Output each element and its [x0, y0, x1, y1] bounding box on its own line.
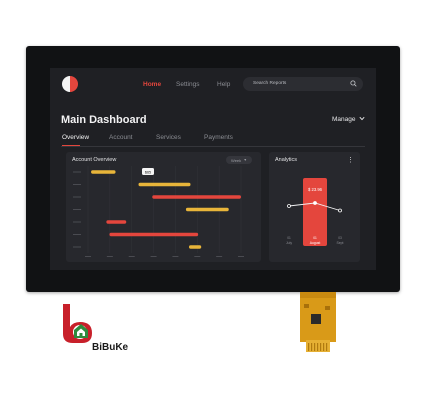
svg-text:01: 01 — [313, 236, 317, 240]
highlight-value: $ 23.96 — [308, 187, 323, 192]
top-bar: Home Settings Help Search Reports — [50, 68, 376, 102]
nav-help[interactable]: Help — [217, 81, 230, 88]
tab-services[interactable]: Services — [156, 134, 181, 141]
flex-cable — [300, 292, 336, 352]
manage-dropdown[interactable]: Manage — [332, 116, 365, 123]
dashboard-screen: Home Settings Help Search Reports Main D… — [50, 68, 376, 270]
x-tick — [150, 256, 157, 257]
month-label-august: August — [310, 241, 321, 245]
gantt-bars — [91, 170, 241, 249]
x-tick — [85, 256, 91, 257]
analytics-point[interactable] — [313, 201, 317, 205]
brand-name: BiBuKe — [92, 342, 129, 353]
x-tick — [194, 256, 201, 257]
callout-label: $65 — [145, 170, 151, 174]
gantt-bar[interactable] — [152, 195, 241, 199]
gantt-bar[interactable] — [185, 207, 229, 212]
y-tick — [73, 221, 81, 223]
nav-settings[interactable]: Settings — [176, 81, 200, 88]
gantt-bar[interactable] — [106, 220, 127, 224]
month-label-sept: Sept — [337, 241, 344, 245]
gantt-bar[interactable] — [109, 232, 199, 237]
gantt-bar[interactable] — [91, 170, 116, 174]
app-logo-icon — [62, 76, 78, 92]
x-tick — [106, 256, 113, 257]
y-tick — [73, 196, 81, 198]
x-tick — [128, 256, 135, 257]
search-placeholder: Search Reports — [253, 80, 287, 86]
x-tick — [172, 256, 179, 257]
tabs-divider — [61, 146, 365, 147]
account-overview-card: Account Overview Week ▼ $65 — [66, 152, 261, 262]
search-input[interactable]: Search Reports — [243, 77, 363, 91]
x-tick — [238, 256, 244, 257]
page-title: Main Dashboard — [61, 114, 147, 126]
analytics-chart: $ 23.96 01 01 03 July August Sept — [286, 178, 344, 246]
gantt-bar[interactable] — [138, 182, 191, 187]
gantt-callout: $65 — [142, 168, 154, 175]
y-tick — [73, 234, 81, 235]
tab-payments[interactable]: Payments — [204, 134, 233, 141]
chevron-down-icon — [359, 116, 365, 121]
y-tick — [73, 209, 81, 210]
svg-text:01: 01 — [287, 236, 291, 240]
x-tick — [216, 256, 223, 257]
y-tick — [73, 246, 81, 248]
gantt-bar[interactable] — [188, 245, 202, 249]
nav-home[interactable]: Home — [143, 81, 161, 88]
month-label-july: July — [286, 241, 292, 245]
tab-account[interactable]: Account — [109, 134, 133, 141]
analytics-card: Analytics ⋮ $ 23.96 01 01 03 July August… — [269, 152, 360, 262]
y-tick — [73, 171, 81, 173]
analytics-point[interactable] — [338, 208, 342, 213]
gantt-chart: $65 — [73, 166, 244, 257]
gantt-grid — [73, 166, 244, 257]
svg-text:03: 03 — [338, 236, 342, 240]
analytics-point[interactable] — [287, 204, 291, 208]
search-icon — [350, 80, 357, 87]
tab-overview[interactable]: Overview — [62, 134, 89, 141]
manage-label: Manage — [332, 116, 356, 123]
bibuke-logo — [63, 304, 92, 343]
y-tick — [73, 184, 81, 185]
